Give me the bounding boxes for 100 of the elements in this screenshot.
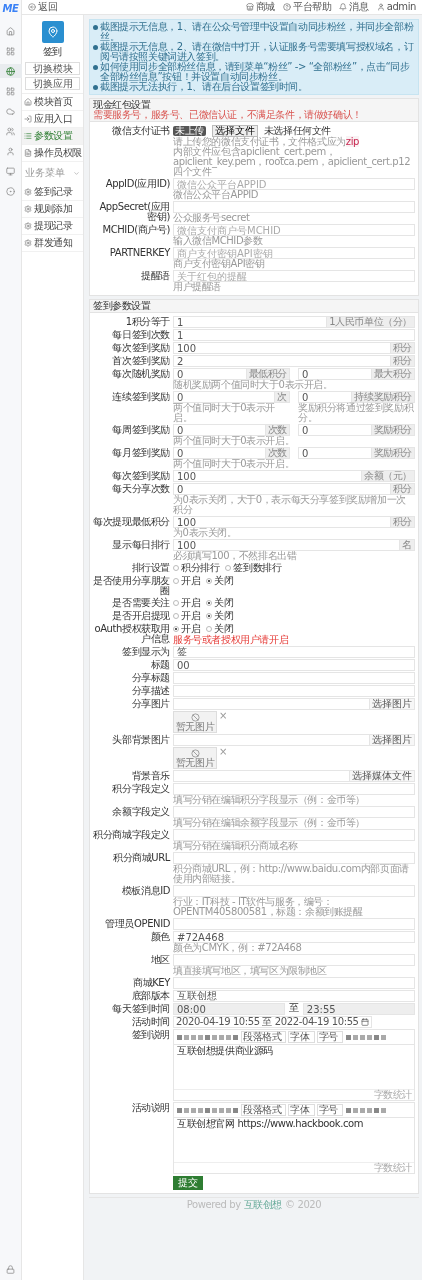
text-field[interactable]: 00 xyxy=(173,659,415,671)
select-button[interactable]: 选择媒体文件 xyxy=(350,770,415,782)
text-field[interactable] xyxy=(173,852,415,864)
nav-icon-button[interactable] xyxy=(0,64,22,78)
top-link[interactable]: 消息 xyxy=(339,2,369,12)
select-button[interactable]: 选择图片 xyxy=(370,698,415,710)
back-link[interactable]: 返回 xyxy=(28,2,58,12)
radio-option[interactable]: 开启 xyxy=(173,624,201,634)
lock-icon[interactable] xyxy=(6,1265,15,1274)
submit-button[interactable]: 提交 xyxy=(173,1176,203,1190)
text-field[interactable]: 商户支付密钥API密钥 xyxy=(173,247,415,259)
text-field[interactable]: 1 xyxy=(173,316,328,328)
toolbar-select[interactable]: 字号 xyxy=(316,1104,343,1116)
field-label: 每日签到次数 xyxy=(111,329,170,340)
top-link[interactable]: admin xyxy=(376,2,416,12)
toolbar-select[interactable]: 段落格式 xyxy=(241,1031,287,1043)
text-field[interactable]: 100 xyxy=(173,516,391,528)
text-field[interactable]: 0 xyxy=(298,391,353,403)
text-field[interactable]: 0 xyxy=(173,447,266,459)
date-range-field[interactable]: 2020-04-19 10:55 至 2022-04-19 10:55 xyxy=(173,1016,372,1028)
footer-text: © 2020 xyxy=(285,1200,322,1210)
radio-button[interactable] xyxy=(206,626,213,632)
text-field[interactable] xyxy=(173,918,415,930)
radio-option[interactable]: 积分排行 xyxy=(173,563,220,573)
text-field[interactable]: 0 xyxy=(298,368,372,380)
radio-option[interactable]: 开启 xyxy=(173,598,201,608)
radio-option[interactable]: 开启 xyxy=(173,611,201,621)
sidebar-item[interactable]: 参数设置 xyxy=(22,128,83,145)
user-icon xyxy=(6,146,15,156)
text-field[interactable]: 微信支付商户号MCHID xyxy=(173,224,415,236)
text-field[interactable] xyxy=(173,698,370,710)
text-field[interactable]: 0 xyxy=(298,447,372,459)
field-label: 背景音乐 xyxy=(130,770,170,781)
text-field[interactable] xyxy=(173,977,415,989)
radio-option[interactable]: 关闭 xyxy=(206,576,234,586)
text-field[interactable]: 1 xyxy=(173,329,415,341)
text-field[interactable]: 100 xyxy=(173,342,391,354)
text-field[interactable]: 0 xyxy=(298,424,372,436)
sidebar-item[interactable]: 模块首页 xyxy=(22,94,83,111)
text-field[interactable]: 0 xyxy=(173,391,276,403)
text-field[interactable]: 微信公众平台APPID xyxy=(173,178,415,190)
text-field[interactable]: #72A468 xyxy=(173,931,415,943)
sidebar-item[interactable]: 操作员权限 xyxy=(22,145,83,162)
text-field[interactable] xyxy=(173,672,415,684)
radio-option[interactable]: 关闭 xyxy=(206,598,234,608)
user-icon xyxy=(376,3,385,11)
toolbar-select[interactable]: 字号 xyxy=(316,1031,343,1043)
radio-button[interactable] xyxy=(173,578,179,584)
sidebar-item[interactable]: 群发通知 xyxy=(22,235,83,252)
radio-button[interactable] xyxy=(173,626,179,632)
top-link[interactable]: 平台帮助 xyxy=(283,2,332,12)
input-addon: 次 xyxy=(275,391,290,403)
radio-option[interactable]: 关闭 xyxy=(206,611,234,621)
help-text: 两个值同时大于0表示开启。 xyxy=(173,403,276,423)
text-field[interactable] xyxy=(173,806,415,818)
text-field[interactable]: 0 xyxy=(173,368,247,380)
toolbar-select[interactable]: 字体 xyxy=(288,1031,315,1043)
radio-option[interactable]: 开启 xyxy=(173,576,201,586)
switch-button[interactable]: 切换应用 xyxy=(25,77,80,90)
radio-button[interactable] xyxy=(206,613,213,619)
radio-button[interactable] xyxy=(173,600,179,606)
toolbar-select[interactable]: 字体 xyxy=(288,1104,315,1116)
rich-text-editor[interactable]: 段落格式 字体 字号 互联创想提供商业源码 字数统计 xyxy=(173,1029,415,1101)
select-button[interactable]: 选择图片 xyxy=(370,734,415,746)
text-field[interactable] xyxy=(173,885,415,897)
home-icon xyxy=(6,26,15,36)
text-field[interactable]: 0 xyxy=(173,483,391,495)
toolbar-select[interactable]: 段落格式 xyxy=(241,1104,287,1116)
text-field[interactable] xyxy=(173,829,415,841)
sidebar-item[interactable]: 规则添加 xyxy=(22,201,83,218)
text-field[interactable] xyxy=(173,734,370,746)
text-field[interactable]: 100 xyxy=(173,470,362,482)
radio-button[interactable] xyxy=(173,565,179,571)
text-field[interactable]: 2 xyxy=(173,355,391,367)
radio-option[interactable]: 关闭 xyxy=(206,624,234,634)
text-field[interactable]: 0 xyxy=(173,424,266,436)
radio-option[interactable]: 签到数排行 xyxy=(225,563,282,573)
text-field[interactable] xyxy=(173,770,350,782)
text-field[interactable]: 关于红包的提醒 xyxy=(173,270,415,282)
text-field[interactable] xyxy=(173,783,415,795)
field-label: 底部版本 xyxy=(130,990,170,1001)
text-field[interactable] xyxy=(173,954,415,966)
field-label: 颜色 xyxy=(149,931,170,942)
field-label: 每次随机奖励 xyxy=(111,368,170,379)
text-field[interactable]: 签 xyxy=(173,646,415,658)
top-link[interactable]: 商城 xyxy=(245,2,276,12)
text-field[interactable]: 互联创想 xyxy=(173,990,415,1002)
rich-text-editor[interactable]: 段落格式 字体 字号 互联创想官网 https://www.hackbook.com 字数统计 xyxy=(173,1102,415,1174)
choose-file-button[interactable]: 选择文件 xyxy=(211,125,258,137)
text-field[interactable] xyxy=(173,201,415,213)
text-field[interactable] xyxy=(173,685,415,697)
field-label: 排行设置 xyxy=(130,562,170,573)
radio-button[interactable] xyxy=(206,578,213,584)
radio-button[interactable] xyxy=(173,613,179,619)
radio-button[interactable] xyxy=(206,600,213,606)
radio-button[interactable] xyxy=(225,565,232,571)
sidebar-item[interactable]: 提现记录 xyxy=(22,218,83,235)
text-field[interactable]: 100 xyxy=(173,539,401,551)
sidebar-item[interactable]: 签到记录 xyxy=(22,184,83,201)
switch-button[interactable]: 切换模块 xyxy=(25,62,80,75)
